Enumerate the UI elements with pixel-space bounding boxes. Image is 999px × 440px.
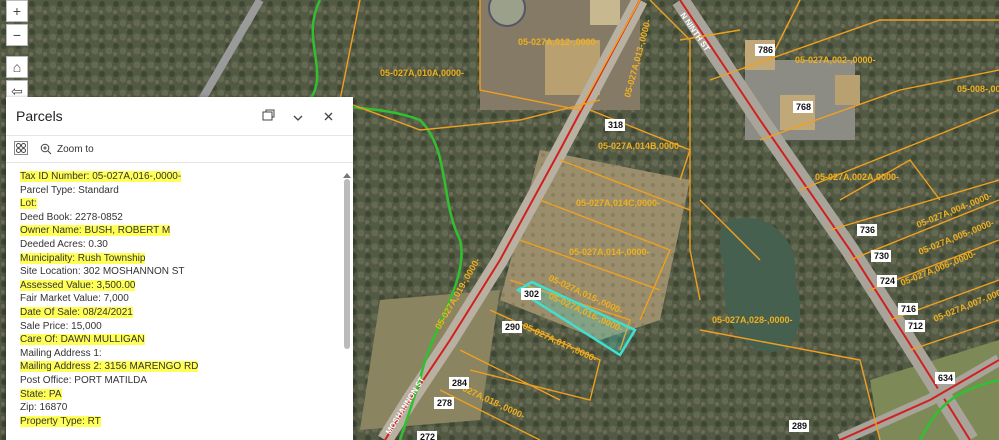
zoom-out-icon[interactable]: − xyxy=(6,24,28,46)
house-number: 302 xyxy=(524,289,539,299)
attribute-row: Property Type: RT xyxy=(20,415,341,429)
attribute-list: Tax ID Number: 05-027A,016-,0000- Parcel … xyxy=(6,167,341,440)
zoom-to-icon xyxy=(40,143,52,155)
map-toolbar: + − ⌂ ⇦ xyxy=(6,0,28,104)
select-features-icon[interactable] xyxy=(14,140,28,158)
parcel-label: 05-027A,010A,0000- xyxy=(380,68,464,78)
attribute-row: Zip: 16870 xyxy=(20,401,341,415)
house-number: 724 xyxy=(880,276,895,286)
house-number: 786 xyxy=(758,45,773,55)
house-number: 284 xyxy=(452,378,467,388)
parcel-label: 05-027A,002-,0000- xyxy=(795,55,876,65)
attribute-text: Mailing Address 1: xyxy=(20,347,102,359)
attribute-text: Tax ID Number: 05-027A,016-,0000- xyxy=(20,171,182,182)
parcel-label: 05-027A,014B,0000- xyxy=(598,141,682,151)
parcel-label: 05-008-,0000- xyxy=(957,84,999,94)
attribute-text: State: PA xyxy=(20,388,62,400)
attribute-text: Site Location: 302 MOSHANNON ST xyxy=(20,266,185,278)
zoom-to-button[interactable]: Zoom to xyxy=(40,143,94,155)
popup-actions: Zoom to xyxy=(6,136,353,163)
attribute-row: Sale Price: 15,000 xyxy=(20,320,341,334)
attribute-text: Parcel Type: Standard xyxy=(20,184,119,196)
parcel-label: 05-027A,028-,0000- xyxy=(712,315,793,325)
attribute-row: Tax ID Number: 05-027A,016-,0000- xyxy=(20,170,341,184)
attribute-row: Deed Book: 2278-0852 xyxy=(20,211,341,225)
close-icon[interactable] xyxy=(313,109,343,124)
scroll-up-icon[interactable] xyxy=(343,173,351,178)
zoom-in-icon[interactable]: + xyxy=(6,0,28,22)
attribute-text: Zip: 16870 xyxy=(20,402,68,414)
dock-icon[interactable] xyxy=(253,109,283,124)
attribute-text: Sale Price: 15,000 xyxy=(20,320,102,332)
attribute-row: Mailing Address 2: 3156 MARENGO RD xyxy=(20,360,341,374)
house-number: 716 xyxy=(901,304,916,314)
attribute-text: Property Type: RT xyxy=(20,415,101,427)
attribute-text: Deed Book: 2278-0852 xyxy=(20,211,123,223)
attribute-row: Fair Market Value: 7,000 xyxy=(20,292,341,306)
collapse-chevron-icon[interactable] xyxy=(283,109,313,124)
attribute-row: State: PA xyxy=(20,388,341,402)
popup-header: Parcels xyxy=(6,97,353,136)
home-icon[interactable]: ⌂ xyxy=(6,56,28,78)
parcel-label: 05-027A,002A,0000- xyxy=(815,172,899,182)
house-number: 289 xyxy=(792,421,807,431)
attribute-text: Assessed Value: 3,500.00 xyxy=(20,279,136,291)
attribute-row: Deeded Acres: 0.30 xyxy=(20,238,341,252)
tank xyxy=(488,0,526,27)
house-number: 768 xyxy=(796,102,811,112)
parcel-label: 05-027A,014C,0000- xyxy=(576,198,660,208)
attribute-text: Deeded Acres: 0.30 xyxy=(20,238,108,250)
house-number: 290 xyxy=(505,322,520,332)
house-number: 712 xyxy=(908,321,923,331)
attribute-row: Mailing Address 1: xyxy=(20,347,341,361)
house-number: 730 xyxy=(874,251,889,261)
attribute-row: Site Location: 302 MOSHANNON ST xyxy=(20,265,341,279)
attribute-row: Lot: xyxy=(20,197,341,211)
attribute-text: Owner Name: BUSH, ROBERT M xyxy=(20,225,171,237)
scrollbar[interactable] xyxy=(343,173,351,437)
attribute-row: Post Office: PORT MATILDA xyxy=(20,374,341,388)
attribute-row: Parcel Type: Standard xyxy=(20,184,341,198)
attribute-row: Owner Name: BUSH, ROBERT M xyxy=(20,224,341,238)
house-number: 272 xyxy=(420,432,435,440)
attribute-row: Care Of: DAWN MULLIGAN xyxy=(20,333,341,347)
attribute-text: Care Of: DAWN MULLIGAN xyxy=(20,334,145,346)
attribute-text: Lot: xyxy=(20,198,37,210)
attribute-row: Municipality: Rush Township xyxy=(20,252,341,266)
attribute-row: Date Of Sale: 08/24/2021 xyxy=(20,306,341,320)
parcel-label: 05-027A,014-,0000- xyxy=(569,247,650,257)
house-number: 278 xyxy=(437,398,452,408)
building xyxy=(835,75,860,105)
attribute-text: Date Of Sale: 08/24/2021 xyxy=(20,306,133,318)
attribute-text: Mailing Address 2: 3156 MARENGO RD xyxy=(20,361,199,373)
building xyxy=(590,0,620,25)
house-number: 736 xyxy=(860,225,875,235)
scrollbar-thumb[interactable] xyxy=(344,179,350,349)
attribute-text: Post Office: PORT MATILDA xyxy=(20,374,148,386)
house-number: 318 xyxy=(608,120,623,130)
attribute-text: Municipality: Rush Township xyxy=(20,252,146,264)
parcel-label: 05-027A,012-,0000- xyxy=(518,37,599,47)
popup-title: Parcels xyxy=(16,108,63,124)
zoom-to-label: Zoom to xyxy=(57,143,94,155)
parcels-popup: Parcels Zoom to Tax ID Number: 05-027A,0… xyxy=(6,97,353,440)
attribute-text: Fair Market Value: 7,000 xyxy=(20,293,129,305)
house-number: 634 xyxy=(938,373,953,383)
attribute-row: Assessed Value: 3,500.00 xyxy=(20,279,341,293)
